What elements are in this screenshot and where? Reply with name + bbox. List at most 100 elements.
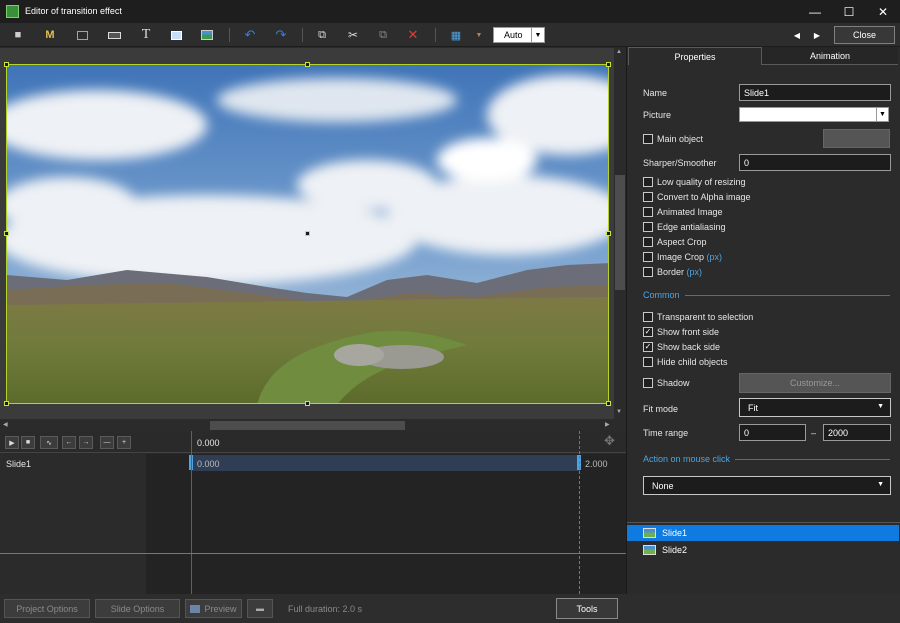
vertical-scroll-thumb[interactable] bbox=[615, 175, 625, 290]
image-crop-unit-link[interactable]: (px) bbox=[707, 252, 723, 262]
arrow-left-icon[interactable]: ← bbox=[62, 436, 76, 449]
edge-antialiasing-label: Edge antialiasing bbox=[657, 222, 726, 232]
toolbar-separator bbox=[435, 28, 436, 42]
stop-icon[interactable]: ■ bbox=[21, 436, 35, 449]
minimize-button[interactable]: — bbox=[798, 0, 832, 23]
mask-icon[interactable]: M bbox=[41, 26, 59, 44]
resize-handle[interactable] bbox=[4, 62, 9, 67]
undo-icon[interactable]: ↶ bbox=[241, 26, 259, 44]
action-select[interactable]: None ▼ bbox=[643, 476, 891, 495]
resize-handle[interactable] bbox=[606, 401, 611, 406]
copy-icon[interactable]: ⧉ bbox=[313, 26, 331, 44]
back-side-checkbox[interactable]: ✓ bbox=[643, 342, 653, 352]
zoom-select[interactable]: Auto ▼ bbox=[493, 27, 545, 43]
track-area[interactable] bbox=[146, 454, 626, 594]
time-range-from-input[interactable]: 0 bbox=[739, 424, 806, 441]
playhead[interactable] bbox=[191, 431, 192, 594]
image-icon[interactable] bbox=[198, 26, 216, 44]
hide-child-checkbox[interactable] bbox=[643, 357, 653, 367]
arrow-right-icon[interactable]: → bbox=[79, 436, 93, 449]
main-object-checkbox[interactable] bbox=[643, 134, 653, 144]
customize-button[interactable]: Customize... bbox=[739, 373, 891, 393]
resize-handle[interactable] bbox=[305, 62, 310, 67]
tab-properties[interactable]: Properties bbox=[628, 47, 762, 65]
border-label: Border (px) bbox=[657, 267, 702, 277]
end-marker-line bbox=[579, 431, 580, 594]
next-arrow-icon[interactable]: ▶ bbox=[808, 26, 826, 44]
close-window-button[interactable]: ✕ bbox=[866, 0, 900, 23]
zoom-in-icon[interactable]: + bbox=[117, 436, 131, 449]
list-item-slide2[interactable]: Slide2 bbox=[627, 542, 899, 558]
edge-antialiasing-checkbox[interactable] bbox=[643, 222, 653, 232]
close-button[interactable]: Close bbox=[834, 26, 895, 44]
name-input[interactable]: Slide1 bbox=[739, 84, 891, 101]
common-section-title: Common bbox=[643, 290, 680, 300]
horizontal-scroll-thumb[interactable] bbox=[210, 421, 405, 430]
resize-handle[interactable] bbox=[4, 231, 9, 236]
sharper-input[interactable]: 0 bbox=[739, 154, 891, 171]
scroll-right-icon[interactable]: ▶ bbox=[605, 421, 610, 428]
title-bar: Editor of transition effect — ☐ ✕ bbox=[0, 0, 900, 23]
button-object-icon[interactable] bbox=[105, 26, 123, 44]
waveform-icon[interactable]: ∿ bbox=[40, 436, 58, 449]
cut-icon[interactable]: ✂ bbox=[344, 26, 362, 44]
delete-icon[interactable]: ✕ bbox=[404, 26, 422, 44]
border-unit-link[interactable]: (px) bbox=[687, 267, 703, 277]
aspect-crop-checkbox[interactable] bbox=[643, 237, 653, 247]
fit-mode-select[interactable]: Fit ▼ bbox=[739, 398, 891, 417]
track-name[interactable]: Slide1 bbox=[6, 459, 31, 469]
preview-button[interactable]: Preview bbox=[185, 599, 242, 618]
action-section-title: Action on mouse click bbox=[643, 454, 731, 464]
time-range-to-input[interactable]: 2000 bbox=[823, 424, 891, 441]
rectangle-icon[interactable] bbox=[167, 26, 185, 44]
screenshot-button[interactable]: ▬ bbox=[247, 599, 273, 618]
center-handle[interactable] bbox=[305, 231, 310, 236]
paste-icon[interactable]: ⧉ bbox=[374, 26, 392, 44]
frame-icon[interactable] bbox=[73, 26, 91, 44]
slide-options-button[interactable]: Slide Options bbox=[95, 599, 180, 618]
scroll-left-icon[interactable]: ◀ bbox=[3, 421, 8, 428]
slide-track-bar[interactable] bbox=[191, 455, 580, 471]
prev-arrow-icon[interactable]: ◀ bbox=[788, 26, 806, 44]
front-side-checkbox[interactable]: ✓ bbox=[643, 327, 653, 337]
resize-handle[interactable] bbox=[606, 62, 611, 67]
text-icon[interactable]: T bbox=[137, 26, 155, 44]
grid-dropdown-icon[interactable]: ▼ bbox=[470, 26, 488, 44]
name-label: Name bbox=[643, 88, 668, 98]
grid-icon[interactable]: ▦ bbox=[447, 26, 465, 44]
move-icon[interactable]: ✥ bbox=[604, 433, 615, 449]
play-icon[interactable]: ▶ bbox=[5, 436, 19, 449]
transparent-checkbox[interactable] bbox=[643, 312, 653, 322]
zoom-out-icon[interactable]: — bbox=[100, 436, 114, 449]
low-quality-checkbox[interactable] bbox=[643, 177, 653, 187]
image-crop-checkbox[interactable] bbox=[643, 252, 653, 262]
tab-animation[interactable]: Animation bbox=[762, 47, 898, 65]
animated-checkbox[interactable] bbox=[643, 207, 653, 217]
maximize-button[interactable]: ☐ bbox=[832, 0, 866, 23]
tools-button[interactable]: Tools bbox=[556, 598, 618, 619]
preview-icon bbox=[190, 604, 201, 613]
border-checkbox[interactable] bbox=[643, 267, 653, 277]
low-quality-label: Low quality of resizing bbox=[657, 177, 746, 187]
fit-mode-value: Fit bbox=[748, 402, 758, 413]
preview-label: Preview bbox=[204, 603, 237, 614]
shadow-checkbox[interactable] bbox=[643, 378, 653, 388]
app-icon bbox=[6, 5, 19, 18]
picture-select[interactable]: ▼ bbox=[739, 107, 889, 122]
image-icon bbox=[643, 545, 656, 555]
chevron-down-icon: ▼ bbox=[877, 403, 884, 410]
resize-handle[interactable] bbox=[305, 401, 310, 406]
scroll-down-icon[interactable]: ▼ bbox=[616, 409, 622, 415]
resize-handle[interactable] bbox=[4, 401, 9, 406]
image-crop-text: Image Crop bbox=[657, 252, 705, 262]
alpha-checkbox[interactable] bbox=[643, 192, 653, 202]
picture-label: Picture bbox=[643, 110, 672, 120]
camera-icon[interactable]: ■ bbox=[9, 26, 27, 44]
timeline-splitter[interactable] bbox=[0, 553, 626, 554]
main-object-button[interactable] bbox=[823, 129, 890, 148]
resize-handle[interactable] bbox=[606, 231, 611, 236]
list-item-slide1[interactable]: Slide1 bbox=[627, 525, 899, 541]
redo-icon[interactable]: ↷ bbox=[272, 26, 290, 44]
scroll-up-icon[interactable]: ▲ bbox=[616, 49, 622, 55]
project-options-button[interactable]: Project Options bbox=[4, 599, 90, 618]
